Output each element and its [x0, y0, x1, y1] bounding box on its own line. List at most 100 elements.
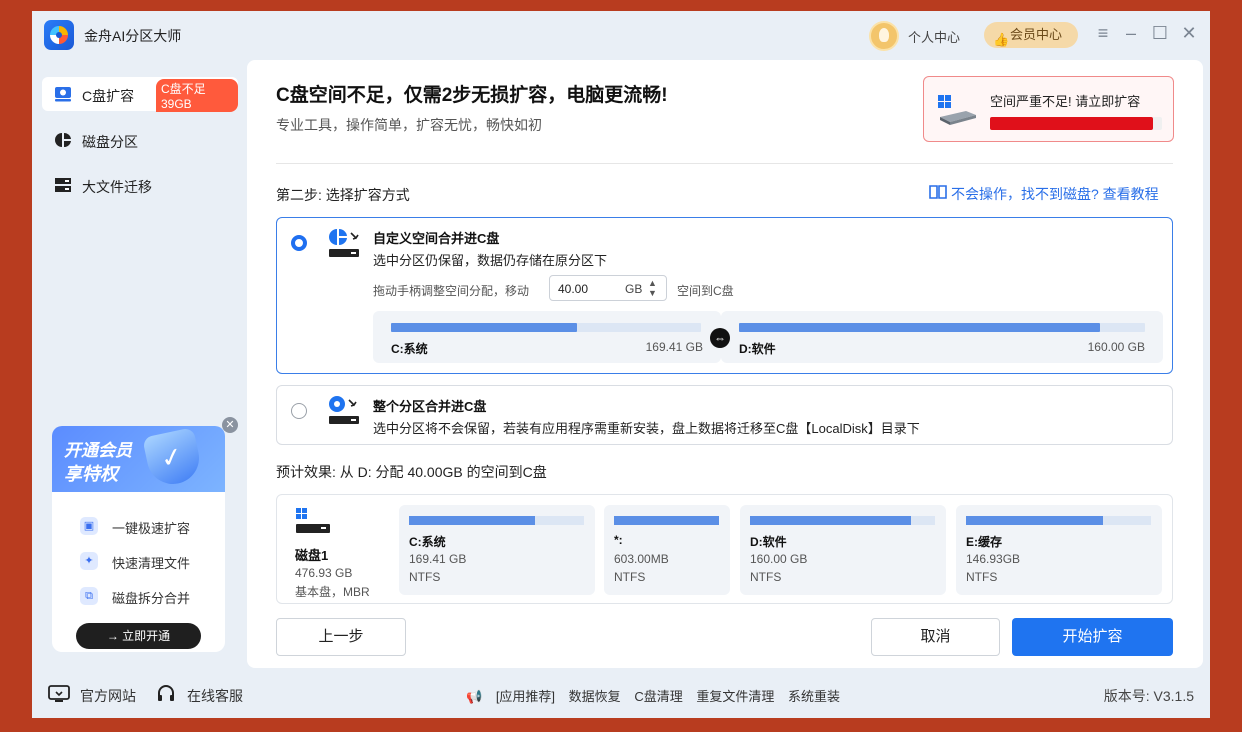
divider — [276, 163, 1173, 164]
partition-d: D:软件 160.00 GB — [721, 311, 1163, 363]
title-bar: 金舟AI分区大师 个人中心 👍 会员中心 ≡ – ☐ ✕ — [32, 11, 1210, 59]
minimize-icon[interactable]: – — [1121, 23, 1141, 44]
app-window: 金舟AI分区大师 个人中心 👍 会员中心 ≡ – ☐ ✕ C盘扩容 C盘不足39… — [32, 11, 1210, 718]
space-amount-unit: GB — [625, 282, 643, 296]
disk-name: 磁盘1 — [295, 548, 329, 563]
space-amount-stepper[interactable]: 40.00 GB ▲ ▼ — [549, 275, 667, 301]
partition-size: 160.00 GB — [1087, 340, 1145, 354]
partition-usage-fill — [391, 323, 577, 332]
main-panel: C盘空间不足，仅需2步无损扩容，电脑更流畅! 专业工具，操作简单，扩容无忧，畅快… — [247, 60, 1203, 668]
drive-icon: ▣ — [80, 517, 98, 535]
disk-type: 基本盘，MBR — [295, 585, 370, 599]
close-icon[interactable]: ✕ — [1179, 23, 1199, 44]
volume-usage-bar — [750, 516, 935, 525]
prev-step-button[interactable]: 上一步 — [276, 618, 406, 656]
partition-usage-bar — [391, 323, 701, 332]
option-whole-merge[interactable]: 整个分区合并进C盘 选中分区将不会保留，若装有应用程序需重新安装，盘上数据将迁移… — [276, 385, 1173, 445]
sidebar-item-partition[interactable]: 磁盘分区 — [42, 123, 238, 157]
step-label: 第二步: 选择扩容方式 — [276, 187, 410, 203]
page-title: C盘空间不足，仅需2步无损扩容，电脑更流畅! — [276, 85, 668, 106]
stepper-arrows-icon[interactable]: ▲ ▼ — [648, 278, 657, 298]
option-radio-selected[interactable] — [291, 235, 307, 251]
windows-disk-icon — [296, 508, 330, 533]
megaphone-icon: 📢 — [466, 689, 483, 704]
recommend-label: [应用推荐] — [495, 689, 556, 704]
menu-icon[interactable]: ≡ — [1093, 23, 1113, 44]
partition-usage-bar — [739, 323, 1145, 332]
volume-card: D:软件 160.00 GB NTFS — [740, 505, 946, 595]
file-migrate-icon — [55, 178, 71, 192]
recommend-item[interactable]: 重复文件清理 — [696, 689, 774, 704]
merge-drag-handle-icon[interactable]: ⇔ — [710, 328, 730, 348]
start-expand-button[interactable]: 开始扩容 — [1012, 618, 1173, 656]
space-amount-value[interactable]: 40.00 — [558, 282, 588, 296]
sidebar-item-label: 磁盘分区 — [82, 134, 138, 150]
online-support-link[interactable]: 在线客服 — [187, 686, 243, 706]
headset-icon — [158, 685, 174, 701]
volume-size: 169.41 GB — [409, 552, 467, 566]
partition-usage-fill — [739, 323, 1101, 332]
option-title: 整个分区合并进C盘 — [373, 399, 487, 414]
alert-text: 空间严重不足! 请立即扩容 — [990, 94, 1141, 109]
volume-size: 160.00 GB — [750, 552, 808, 566]
user-avatar[interactable] — [869, 21, 899, 51]
option-custom-merge[interactable]: 自定义空间合并进C盘 选中分区仍保留，数据仍存储在原分区下 拖动手柄调整空间分配… — [276, 217, 1173, 374]
pie-drive-icon — [329, 228, 359, 257]
vip-open-button[interactable]: → 立即开通 — [76, 623, 201, 649]
maximize-icon[interactable]: ☐ — [1150, 23, 1170, 44]
vip-card-header: 开通会员 享特权 — [52, 426, 225, 492]
option-radio[interactable] — [291, 403, 307, 419]
c-drive-icon — [55, 87, 71, 102]
shield-check-icon — [142, 427, 204, 489]
vip-feature-label: 磁盘拆分合并 — [112, 591, 191, 606]
partition-c: C:系统 169.41 GB — [373, 311, 721, 363]
volume-card: E:缓存 146.93GB NTFS — [956, 505, 1162, 595]
disk-merge-icon — [329, 396, 359, 424]
volume-name: C:系统 — [409, 535, 446, 549]
volume-usage-fill — [614, 516, 719, 525]
recommend-item[interactable]: 数据恢复 — [569, 689, 621, 704]
option-desc: 选中分区仍保留，数据仍存储在原分区下 — [373, 253, 608, 268]
vip-card-subtitle: 享特权 — [64, 464, 118, 484]
volume-size: 603.00MB — [614, 552, 669, 566]
partition-name: D:软件 — [739, 342, 776, 356]
recommend-item[interactable]: 系统重装 — [788, 689, 840, 704]
volume-size: 146.93GB — [966, 552, 1021, 566]
volume-name: *: — [614, 533, 623, 547]
app-recommend-bar: 📢 [应用推荐] 数据恢复 C盘清理 重复文件清理 系统重装 — [466, 686, 850, 705]
space-usage-bar — [990, 117, 1162, 130]
volume-name: D:软件 — [750, 535, 787, 549]
volume-fs: NTFS — [750, 570, 782, 584]
app-title: 金舟AI分区大师 — [84, 28, 182, 44]
volume-fs: NTFS — [409, 570, 441, 584]
volume-card: *: 603.00MB NTFS — [604, 505, 730, 595]
broom-icon: ✦ — [80, 552, 98, 570]
volume-usage-fill — [966, 516, 1103, 525]
vip-center-button[interactable]: 👍 会员中心 — [984, 22, 1078, 48]
preview-title: 预计效果: 从 D: 分配 40.00GB 的空间到C盘 — [276, 464, 547, 480]
volume-usage-bar — [614, 516, 719, 525]
vip-promo-card: 开通会员 享特权 ▣ 一键极速扩容 ✦ 快速清理文件 ⧉ 磁盘拆分合并 → 立即… — [52, 426, 225, 652]
sidebar-item-c-expand[interactable]: C盘扩容 C盘不足39GB — [42, 77, 238, 112]
vip-feature-label: 快速清理文件 — [112, 556, 191, 571]
volume-name: E:缓存 — [966, 535, 1003, 549]
volume-usage-bar — [409, 516, 584, 525]
volume-usage-fill — [750, 516, 911, 525]
sidebar-item-label: C盘扩容 — [82, 88, 135, 104]
help-link-label: 不会操作，找不到磁盘? 查看教程 — [951, 186, 1159, 202]
page-subtitle: 专业工具，操作简单，扩容无忧，畅快如初 — [276, 117, 542, 133]
sidebar-item-label: 大文件迁移 — [82, 179, 152, 195]
book-icon — [929, 185, 947, 199]
recommend-item[interactable]: C盘清理 — [634, 689, 682, 704]
user-center-link[interactable]: 个人中心 — [908, 27, 960, 46]
volume-card: C:系统 169.41 GB NTFS — [399, 505, 595, 595]
footer: 官方网站 在线客服 📢 [应用推荐] 数据恢复 C盘清理 重复文件清理 系统重装… — [32, 674, 1210, 714]
thumbs-up-icon: 👍 — [993, 32, 1010, 47]
cancel-button[interactable]: 取消 — [871, 618, 1000, 656]
space-alert-card[interactable]: 空间严重不足! 请立即扩容 — [923, 76, 1174, 142]
partition-size: 169.41 GB — [645, 340, 703, 354]
sidebar-item-migrate[interactable]: 大文件迁移 — [42, 168, 238, 202]
official-site-link[interactable]: 官方网站 — [80, 686, 136, 706]
vip-card-title: 开通会员 — [64, 441, 132, 460]
volume-usage-fill — [409, 516, 535, 525]
